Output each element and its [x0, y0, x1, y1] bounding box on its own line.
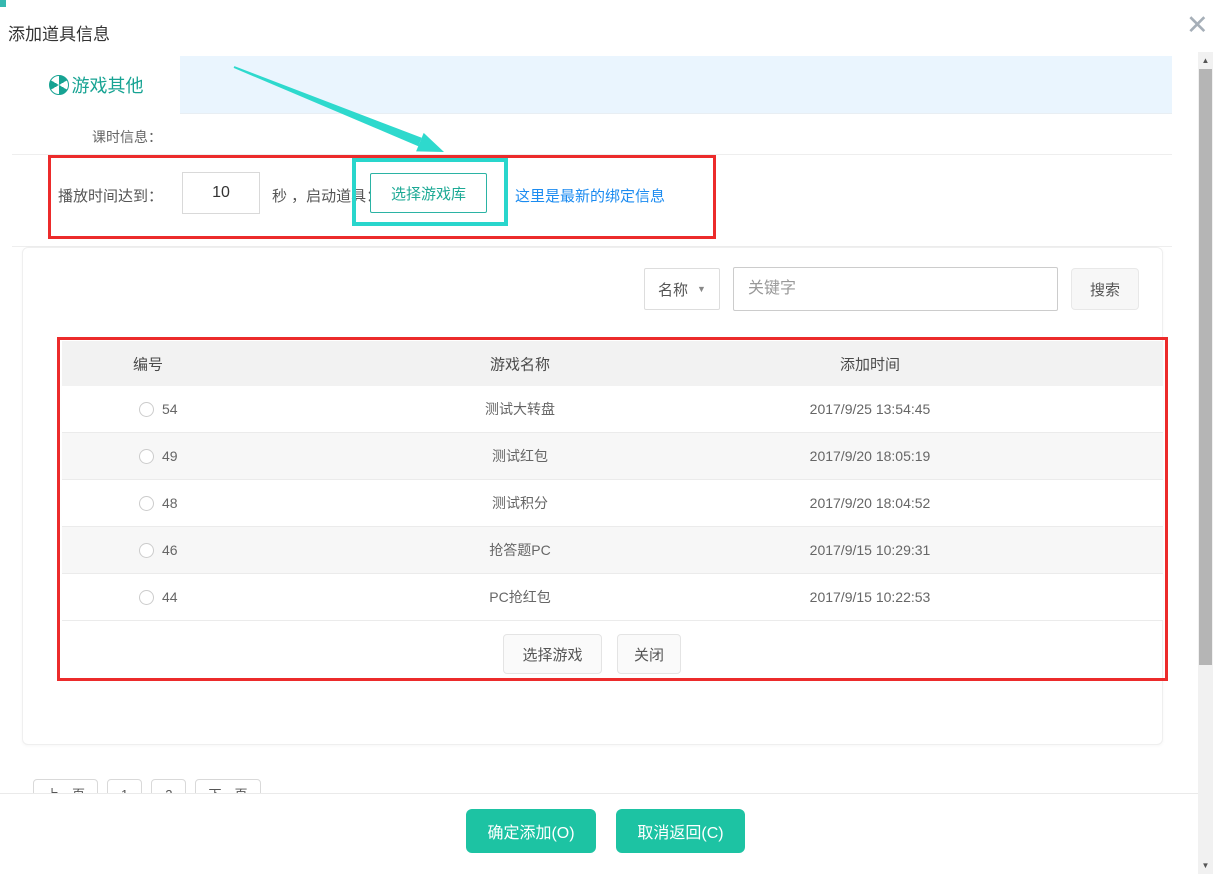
row-id: 54: [162, 401, 178, 417]
chevron-down-icon: ▼: [697, 284, 706, 294]
confirm-add-button[interactable]: 确定添加(O): [466, 809, 596, 853]
table-row[interactable]: 48 测试积分 2017/9/20 18:04:52: [62, 480, 1163, 527]
vertical-scrollbar[interactable]: ▲ ▼: [1198, 52, 1213, 874]
table-row[interactable]: 49 测试红包 2017/9/20 18:05:19: [62, 433, 1163, 480]
row-radio-icon[interactable]: [139, 496, 154, 511]
row-radio-icon[interactable]: [139, 543, 154, 558]
scroll-down-icon[interactable]: ▼: [1198, 857, 1213, 874]
row-add-time: 2017/9/15 10:29:31: [810, 542, 931, 558]
search-field-select[interactable]: 名称 ▼: [644, 268, 720, 310]
row-id: 44: [162, 589, 178, 605]
col-header-time: 添加时间: [840, 353, 900, 374]
section-label: 课时信息：: [92, 127, 162, 147]
search-button[interactable]: 搜索: [1071, 268, 1139, 310]
table-row[interactable]: 54 测试大转盘 2017/9/25 13:54:45: [62, 386, 1163, 433]
scrollbar-thumb[interactable]: [1199, 69, 1212, 665]
table-row[interactable]: 46 抢答题PC 2017/9/15 10:29:31: [62, 527, 1163, 574]
table-row[interactable]: 44 PC抢红包 2017/9/15 10:22:53: [62, 574, 1163, 621]
col-header-name: 游戏名称: [490, 353, 550, 374]
tab-label: 游戏其他: [72, 72, 144, 98]
tab-game-other[interactable]: 游戏其他: [12, 56, 180, 114]
row-game-name: PC抢红包: [489, 587, 550, 607]
search-field-value: 名称: [658, 279, 688, 300]
row-game-name: 抢答题PC: [489, 540, 550, 560]
tab-bar: 游戏其他: [12, 56, 1172, 114]
game-table: 编号 游戏名称 添加时间 54 测试大转盘 2017/9/25 13:54:45 49…: [62, 341, 1163, 621]
corner-artifact: [0, 0, 6, 7]
dialog-title: 添加道具信息: [8, 20, 110, 45]
row-game-name: 测试积分: [492, 493, 548, 513]
pinwheel-icon: [49, 75, 69, 95]
close-table-button[interactable]: 关闭: [617, 634, 681, 674]
row-radio-icon[interactable]: [139, 590, 154, 605]
row-add-time: 2017/9/20 18:05:19: [810, 448, 931, 464]
row-add-time: 2017/9/25 13:54:45: [810, 401, 931, 417]
row-id: 48: [162, 495, 178, 511]
table-body: 54 测试大转盘 2017/9/25 13:54:45 49 测试红包 2017/9/20…: [62, 386, 1163, 621]
row-add-time: 2017/9/20 18:04:52: [810, 495, 931, 511]
row-radio-icon[interactable]: [139, 449, 154, 464]
keyword-input[interactable]: [733, 267, 1058, 311]
row-id: 46: [162, 542, 178, 558]
row-game-name: 测试红包: [492, 446, 548, 466]
play-time-label: 播放时间达到：: [58, 185, 163, 206]
row-add-time: 2017/9/15 10:22:53: [810, 589, 931, 605]
select-game-button[interactable]: 选择游戏: [503, 634, 602, 674]
select-game-lib-button[interactable]: 选择游戏库: [370, 173, 487, 213]
divider: [12, 154, 1172, 155]
row-radio-icon[interactable]: [139, 402, 154, 417]
launch-prop-label: 秒 ，启动道具：: [272, 185, 381, 206]
row-id: 49: [162, 448, 178, 464]
scroll-up-icon[interactable]: ▲: [1198, 52, 1213, 69]
seconds-input[interactable]: [182, 172, 260, 214]
row-game-name: 测试大转盘: [485, 399, 555, 419]
col-header-id: 编号: [133, 353, 163, 374]
latest-binding-link[interactable]: 这里是最新的绑定信息: [515, 185, 665, 206]
footer-bar: 确定添加(O) 取消返回(C): [0, 793, 1213, 874]
close-icon[interactable]: ✕: [1186, 12, 1209, 39]
cancel-return-button[interactable]: 取消返回(C): [616, 809, 745, 853]
table-header: 编号 游戏名称 添加时间: [62, 341, 1163, 386]
